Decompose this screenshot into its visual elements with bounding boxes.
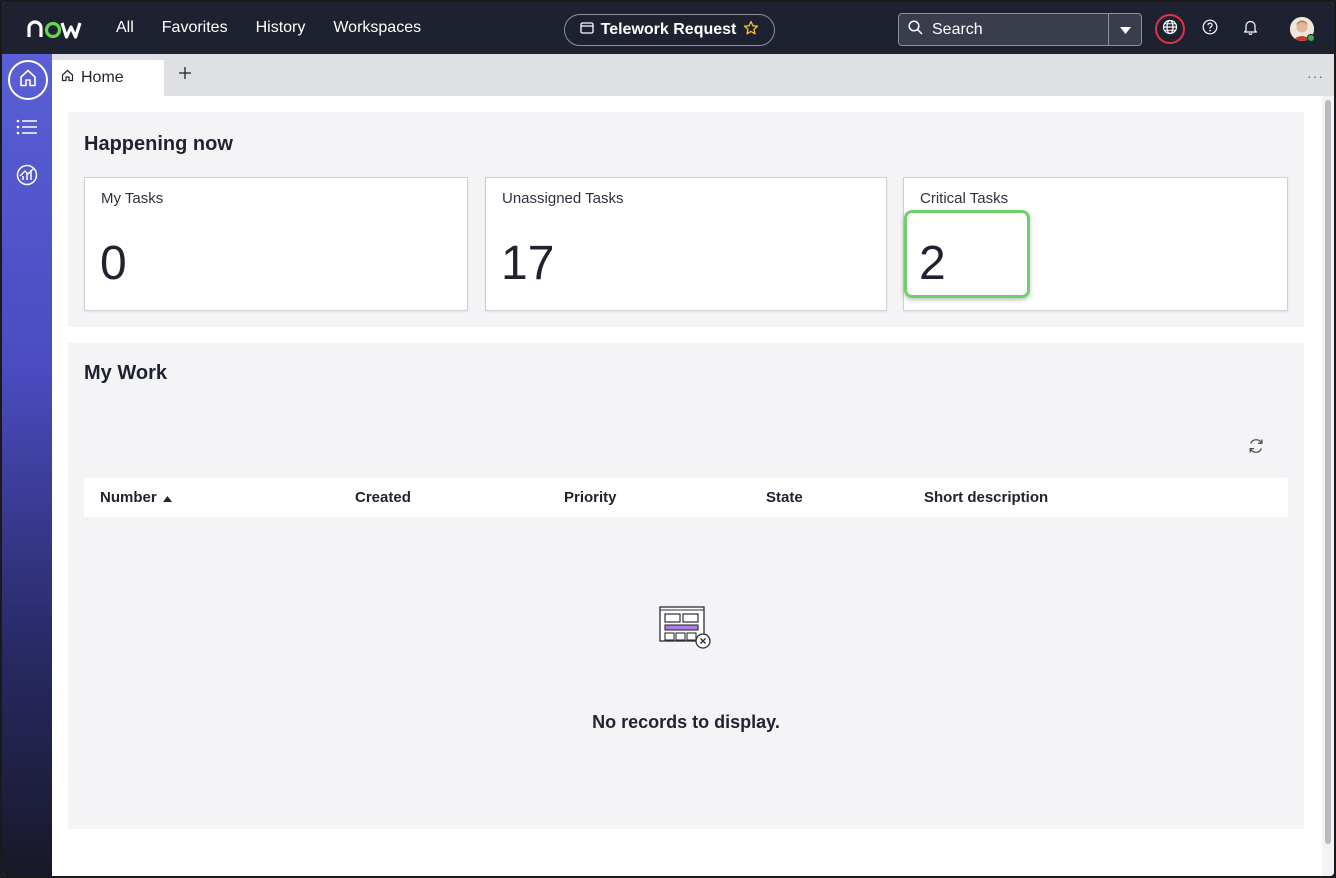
search-placeholder: Search: [932, 20, 983, 38]
unassigned-tasks-card[interactable]: Unassigned Tasks 17: [485, 177, 887, 311]
plus-icon: [178, 66, 192, 85]
list-icon: [16, 119, 38, 140]
more-options-button[interactable]: ···: [1307, 68, 1324, 84]
column-number-label: Number: [100, 489, 157, 506]
my-tasks-card[interactable]: My Tasks 0: [84, 177, 468, 311]
happening-now-title: Happening now: [84, 133, 233, 155]
search-scope-dropdown[interactable]: [1108, 14, 1141, 45]
caret-down-icon: [1119, 21, 1131, 39]
help-button[interactable]: [1195, 14, 1225, 44]
empty-state-message: No records to display.: [592, 712, 780, 732]
analytics-icon: [16, 164, 38, 190]
column-priority[interactable]: Priority: [564, 489, 617, 506]
highlight-box: [904, 210, 1030, 298]
add-tab-button[interactable]: [174, 64, 196, 86]
card-label: My Tasks: [101, 190, 164, 207]
window-icon: [579, 21, 594, 39]
home-icon: [18, 68, 38, 93]
tab-home[interactable]: Home: [52, 60, 164, 96]
critical-tasks-card[interactable]: Critical Tasks 2: [903, 177, 1288, 311]
main-nav: All Favorites History Workspaces: [116, 2, 421, 54]
tab-strip: Home ···: [52, 54, 1334, 96]
scrollbar-thumb[interactable]: [1325, 100, 1331, 844]
bell-icon: [1243, 19, 1258, 40]
sidebar-item-list[interactable]: [16, 118, 38, 141]
tab-home-label: Home: [81, 69, 124, 86]
now-logo[interactable]: [27, 15, 85, 43]
empty-table-icon: [658, 605, 714, 658]
app-window: All Favorites History Workspaces Telewor…: [0, 0, 1336, 878]
help-icon: [1202, 19, 1218, 40]
notifications-button[interactable]: [1235, 14, 1265, 44]
sort-ascending-icon: [162, 489, 172, 506]
card-label: Unassigned Tasks: [502, 190, 624, 207]
favorite-star-icon[interactable]: [743, 20, 759, 41]
home-tab-icon: [61, 69, 74, 87]
column-number[interactable]: Number: [100, 489, 172, 506]
card-label: Critical Tasks: [920, 190, 1009, 207]
sidebar-item-home[interactable]: [8, 60, 48, 100]
globe-icon: [1162, 19, 1178, 40]
language-globe-button[interactable]: [1155, 14, 1185, 44]
card-value: 17: [501, 237, 555, 290]
search-input[interactable]: Search: [899, 14, 1108, 45]
my-work-panel: My Work Number Created Priority State Sh…: [68, 343, 1304, 829]
context-title: Telework Request: [600, 21, 737, 38]
card-value: 0: [100, 237, 127, 290]
app-sidebar: [2, 54, 52, 876]
main-content: Happening now My Tasks 0 Unassigned Task…: [52, 96, 1322, 876]
column-state[interactable]: State: [766, 489, 803, 506]
global-search[interactable]: Search: [898, 13, 1142, 46]
column-short-description[interactable]: Short description: [924, 489, 1048, 506]
online-status-dot: [1307, 34, 1315, 42]
my-work-title: My Work: [84, 362, 167, 384]
top-navigation-bar: All Favorites History Workspaces Telewor…: [2, 2, 1334, 54]
refresh-icon: [1249, 439, 1263, 453]
nav-favorites[interactable]: Favorites: [162, 19, 228, 37]
nav-workspaces[interactable]: Workspaces: [333, 19, 421, 37]
nav-all[interactable]: All: [116, 19, 134, 37]
search-icon: [908, 19, 923, 40]
context-title-pill[interactable]: Telework Request: [564, 14, 775, 46]
refresh-button[interactable]: [1246, 436, 1266, 456]
happening-now-panel: Happening now My Tasks 0 Unassigned Task…: [68, 112, 1304, 327]
column-created[interactable]: Created: [355, 489, 411, 506]
nav-history[interactable]: History: [256, 19, 306, 37]
sidebar-item-analytics[interactable]: [16, 164, 38, 191]
table-header: Number Created Priority State Short desc…: [84, 478, 1288, 517]
